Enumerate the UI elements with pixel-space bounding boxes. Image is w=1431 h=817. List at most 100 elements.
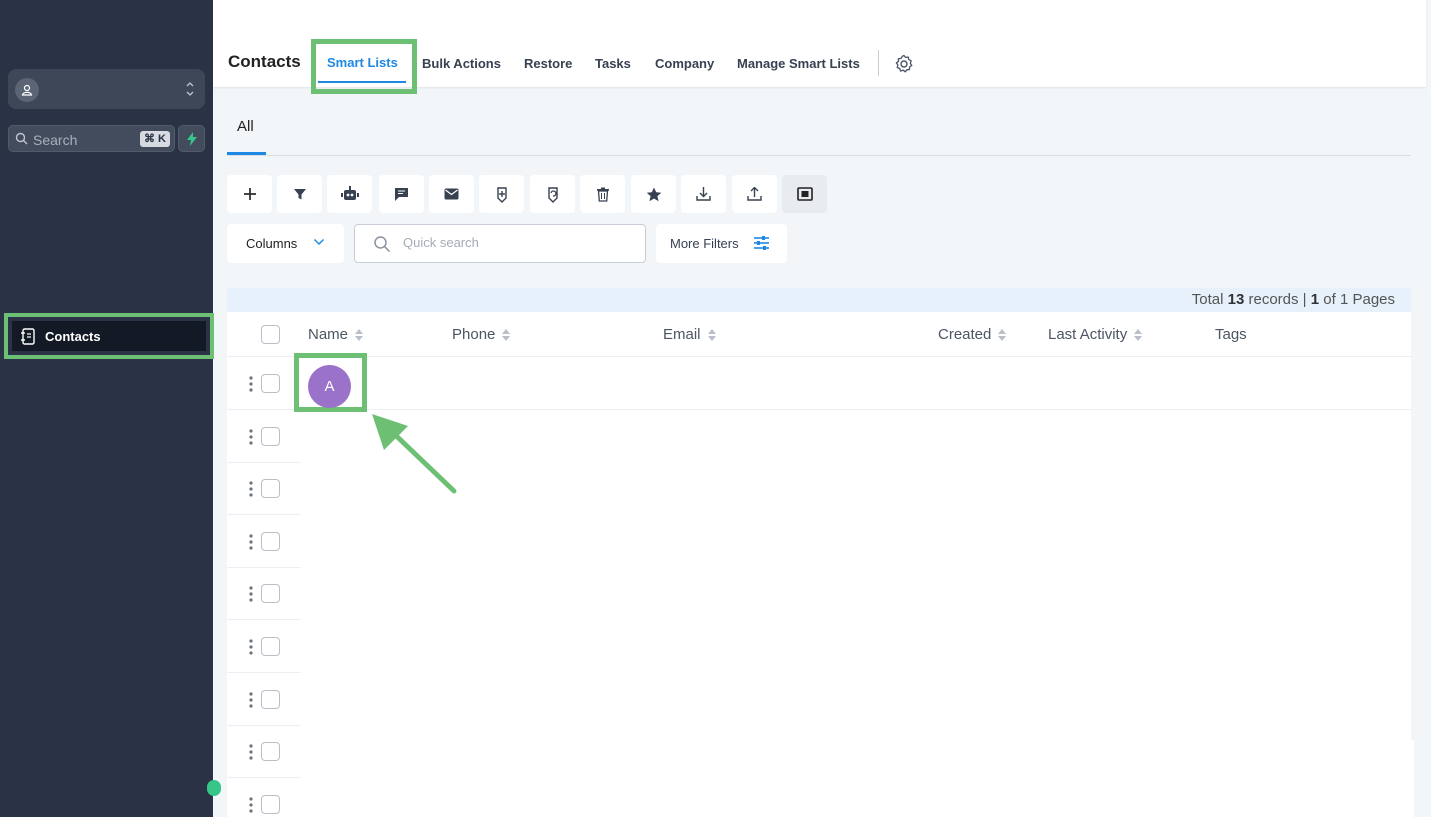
table-row[interactable] <box>227 567 1411 620</box>
send-email-button[interactable] <box>429 175 474 213</box>
tab-tasks[interactable]: Tasks <box>595 56 631 71</box>
row-checkbox[interactable] <box>261 374 280 393</box>
row-checkbox[interactable] <box>261 795 280 814</box>
tag-add-icon <box>496 187 507 203</box>
table-row[interactable] <box>227 357 1411 410</box>
table-row[interactable] <box>227 778 1411 817</box>
select-all-checkbox[interactable] <box>261 325 280 344</box>
row-menu-icon[interactable] <box>249 534 253 550</box>
records-summary: Total 13 records | 1 of 1 Pages <box>1191 291 1395 308</box>
column-header-phone[interactable]: Phone <box>452 326 511 343</box>
delete-button[interactable] <box>580 175 625 213</box>
sidebar-search[interactable]: Search ⌘ K <box>8 125 175 152</box>
page-title: Contacts <box>228 52 301 71</box>
sidebar-collapse-toggle[interactable] <box>207 780 221 796</box>
row-menu-icon[interactable] <box>249 376 253 392</box>
sidebar-item-label: Contacts <box>45 328 101 344</box>
tab-smart-lists[interactable]: Smart Lists <box>327 55 398 70</box>
import-button[interactable] <box>681 175 726 213</box>
sidebar-search-label: Search <box>33 132 78 148</box>
filter-icon <box>293 189 306 200</box>
chat-icon <box>395 187 408 201</box>
tab-company[interactable]: Company <box>655 56 714 71</box>
row-checkbox[interactable] <box>261 479 280 498</box>
row-checkbox[interactable] <box>261 584 280 603</box>
add-contact-button[interactable] <box>227 175 272 213</box>
sliders-icon <box>754 236 769 250</box>
subtab-all[interactable]: All <box>237 118 254 135</box>
row-checkbox[interactable] <box>261 637 280 656</box>
lightning-icon <box>186 131 197 146</box>
merge-icon <box>796 187 813 201</box>
tab-restore[interactable]: Restore <box>524 56 572 71</box>
search-icon <box>374 236 391 253</box>
quick-search[interactable] <box>354 224 646 263</box>
column-header-email[interactable]: Email <box>663 326 717 343</box>
table-edge <box>1411 740 1414 817</box>
quick-search-input[interactable] <box>403 235 623 250</box>
search-shortcut-badge: ⌘ K <box>140 131 170 147</box>
chevron-down-icon <box>313 238 325 246</box>
row-menu-icon[interactable] <box>249 429 253 445</box>
row-menu-icon[interactable] <box>249 586 253 602</box>
automation-button[interactable] <box>327 175 372 213</box>
export-button[interactable] <box>732 175 777 213</box>
star-icon <box>646 187 661 201</box>
active-tab-indicator <box>318 81 406 83</box>
table-summary-bar: Total 13 records | 1 of 1 Pages <box>227 288 1411 312</box>
column-header-tags: Tags <box>1215 326 1247 343</box>
gear-icon[interactable] <box>894 54 914 74</box>
table-row[interactable] <box>227 515 1411 568</box>
header-divider <box>878 50 879 76</box>
robot-icon <box>340 186 359 200</box>
filter-button[interactable] <box>277 175 322 213</box>
row-menu-icon[interactable] <box>249 692 253 708</box>
row-menu-icon[interactable] <box>249 639 253 655</box>
contacts-book-icon <box>21 327 35 345</box>
column-header-name[interactable]: Name <box>308 326 364 343</box>
row-checkbox[interactable] <box>261 532 280 551</box>
highlight-contact-avatar: A <box>294 353 367 412</box>
chevron-updown-icon <box>186 82 194 96</box>
table-header: Name Phone Email Created Last Activity T… <box>227 312 1411 357</box>
tab-bulk-actions[interactable]: Bulk Actions <box>422 56 501 71</box>
add-tag-button[interactable] <box>479 175 524 213</box>
table-row[interactable] <box>227 725 1411 778</box>
remove-tag-button[interactable] <box>530 175 575 213</box>
top-header: Contacts Smart Lists Bulk Actions Restor… <box>213 0 1426 94</box>
row-menu-icon[interactable] <box>249 797 253 813</box>
sort-icon <box>707 328 716 341</box>
sort-icon <box>502 328 511 341</box>
account-switcher[interactable] <box>8 69 205 109</box>
subtab-divider <box>227 155 1411 156</box>
columns-label: Columns <box>246 236 298 251</box>
upload-icon <box>747 187 762 201</box>
avatar[interactable]: A <box>308 365 351 408</box>
sidebar-item-contacts[interactable]: Contacts <box>4 313 214 359</box>
row-checkbox[interactable] <box>261 427 280 446</box>
send-sms-button[interactable] <box>379 175 424 213</box>
account-icon <box>15 78 39 102</box>
favorite-button[interactable] <box>631 175 676 213</box>
sort-icon <box>998 328 1007 341</box>
search-icon <box>15 132 28 145</box>
download-icon <box>696 187 711 201</box>
sort-icon <box>1134 328 1143 341</box>
table-row[interactable] <box>227 620 1411 673</box>
column-header-created[interactable]: Created <box>938 326 1007 343</box>
columns-dropdown[interactable]: Columns <box>227 224 344 263</box>
sidebar: Search ⌘ K Contacts <box>0 0 221 817</box>
tag-remove-icon <box>547 187 558 203</box>
merge-button[interactable] <box>782 175 827 213</box>
row-checkbox[interactable] <box>261 742 280 761</box>
tab-manage-smart-lists[interactable]: Manage Smart Lists <box>737 56 860 71</box>
quick-actions-button[interactable] <box>178 125 205 152</box>
row-menu-icon[interactable] <box>249 744 253 760</box>
more-filters-label: More Filters <box>670 236 739 251</box>
table-row[interactable] <box>227 673 1411 726</box>
row-checkbox[interactable] <box>261 690 280 709</box>
more-filters-button[interactable]: More Filters <box>656 224 787 263</box>
column-header-last-activity[interactable]: Last Activity <box>1048 326 1143 343</box>
contacts-table: Name Phone Email Created Last Activity T… <box>227 312 1411 817</box>
row-menu-icon[interactable] <box>249 481 253 497</box>
